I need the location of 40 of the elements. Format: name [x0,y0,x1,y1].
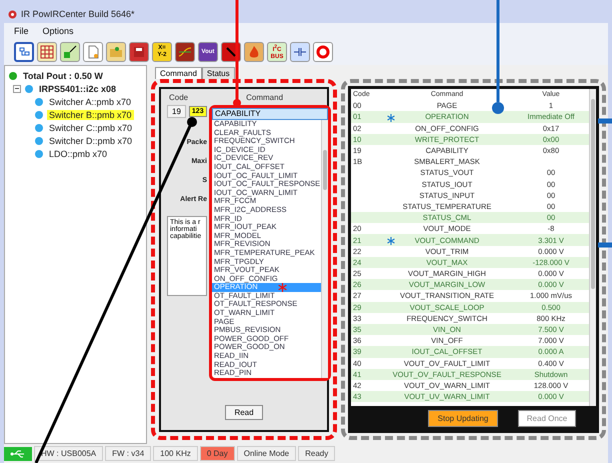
status-text: Online Mode [236,446,296,461]
menu-item[interactable]: Options [42,26,74,36]
tree-item[interactable]: Total Pout : 0.50 W [21,71,105,81]
dropdown-value[interactable]: CAPABILITY [212,108,328,120]
tree-view-icon[interactable] [14,42,34,62]
status-text: 100 KHz [153,446,198,461]
menu-item[interactable]: File [14,26,29,36]
action-button[interactable]: Stop Updating [428,410,498,427]
tree-item[interactable]: Switcher A::pmb x70 [47,97,134,107]
tree-item[interactable]: Switcher C::pmb x70 [47,123,134,133]
save-icon[interactable] [129,42,149,62]
scrollbar[interactable] [321,120,328,378]
lifebuoy-icon[interactable] [313,42,333,62]
status-text: Ready [298,446,336,461]
read-button[interactable]: Read [225,405,263,420]
asterisk-icon [278,283,287,292]
asterisk-icon [387,114,395,122]
collapse-icon[interactable] [13,85,21,93]
status-text: FW : v34 [105,446,152,461]
asterisk-icon [387,237,395,246]
tree-item[interactable]: IRPS5401::i2c x08 [37,84,118,94]
resize-icon[interactable] [60,42,80,62]
action-button[interactable]: Read Once [518,410,576,427]
tree-item[interactable]: LDO::pmb x70 [47,149,110,159]
scrollbar[interactable] [589,89,596,406]
column-label: Command [246,93,284,102]
column-label: Code [169,93,188,102]
code-field[interactable]: 19 [167,105,186,118]
table-icon[interactable] [37,42,57,62]
status-text: 0 Day [200,446,235,461]
tree-item[interactable]: Switcher D::pmb x70 [47,136,134,146]
waveform-icon[interactable] [175,42,195,62]
app-icon [8,10,17,18]
window-title: IR PowIRCenter Build 5646* [21,9,135,19]
tab[interactable]: Status [202,67,235,79]
capacitor-icon[interactable] [290,42,310,62]
tree-item[interactable]: Switcher B::pmb x70 [47,110,134,120]
tab[interactable]: Command [155,67,202,79]
command-dropdown[interactable] [209,105,331,381]
usb-icon [4,446,32,460]
